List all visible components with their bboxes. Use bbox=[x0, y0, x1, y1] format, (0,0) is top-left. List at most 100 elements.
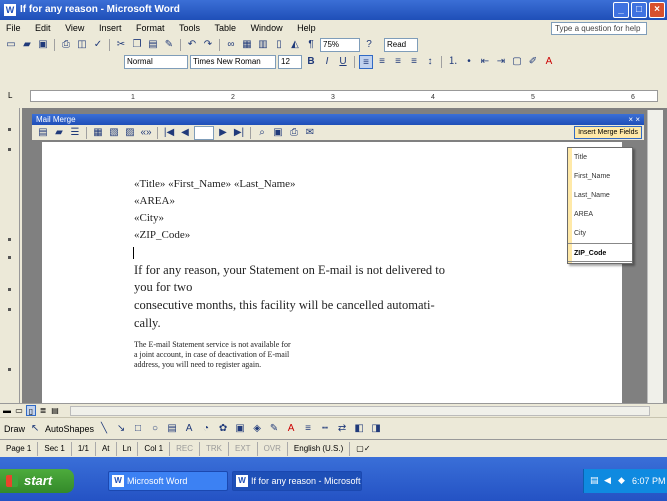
close-button[interactable]: × bbox=[649, 2, 665, 18]
bold-icon[interactable]: B bbox=[304, 55, 318, 69]
line-color-icon[interactable]: ✎ bbox=[267, 422, 281, 436]
last-record-icon[interactable]: ▶| bbox=[232, 126, 246, 140]
previous-record-icon[interactable]: ◀ bbox=[178, 126, 192, 140]
outline-view-icon[interactable]: ≣ bbox=[38, 405, 48, 416]
merge-field-option[interactable]: City bbox=[568, 224, 632, 243]
find-entry-icon[interactable]: ⌕ bbox=[255, 126, 269, 140]
clipart-icon[interactable]: ✿ bbox=[216, 422, 230, 436]
status-ovr[interactable]: OVR bbox=[258, 441, 288, 456]
align-right-icon[interactable]: ≡ bbox=[391, 55, 405, 69]
3d-icon[interactable]: ◨ bbox=[369, 422, 383, 436]
menu-insert[interactable]: Insert bbox=[93, 20, 128, 36]
fill-color-icon[interactable]: ◈ bbox=[250, 422, 264, 436]
style-combo[interactable]: Normal bbox=[124, 55, 188, 69]
taskbar-item-document[interactable]: W If for any reason - Microsoft Word bbox=[232, 471, 362, 491]
document-page[interactable]: «Title» «First_Name» «Last_Name» «AREA» … bbox=[42, 142, 622, 403]
record-number-input[interactable] bbox=[194, 125, 214, 140]
minimize-button[interactable]: _ bbox=[613, 2, 629, 18]
merge-to-document-icon[interactable]: ▣ bbox=[271, 126, 285, 140]
vertical-scrollbar[interactable] bbox=[647, 110, 663, 403]
help-search-input[interactable]: Type a question for help bbox=[551, 22, 647, 35]
menu-view[interactable]: View bbox=[59, 20, 90, 36]
format-painter-icon[interactable]: ✎ bbox=[162, 38, 176, 52]
insert-table-icon[interactable]: ▥ bbox=[256, 38, 270, 52]
spelling-status-icon[interactable]: ▢✓ bbox=[350, 442, 376, 456]
draw-menu[interactable]: Draw bbox=[4, 424, 25, 434]
network-icon[interactable]: ▤ bbox=[590, 475, 600, 485]
merge-field-option[interactable]: Last_Name bbox=[568, 186, 632, 205]
align-left-icon[interactable]: ≡ bbox=[359, 55, 373, 69]
copy-icon[interactable]: ❐ bbox=[130, 38, 144, 52]
menu-edit[interactable]: Edit bbox=[29, 20, 57, 36]
print-layout-icon[interactable]: ▯ bbox=[26, 405, 36, 416]
decrease-indent-icon[interactable]: ⇤ bbox=[478, 55, 492, 69]
font-color-icon[interactable]: A bbox=[284, 422, 298, 436]
recipients-icon[interactable]: ☰ bbox=[68, 126, 82, 140]
hyperlink-icon[interactable]: ∞ bbox=[224, 38, 238, 52]
status-trk[interactable]: TRK bbox=[200, 441, 229, 456]
diagram-icon[interactable]: ◔ bbox=[199, 422, 213, 436]
show-hide-icon[interactable]: ¶ bbox=[304, 38, 318, 52]
increase-indent-icon[interactable]: ⇥ bbox=[494, 55, 508, 69]
insert-greeting-line-icon[interactable]: ▧ bbox=[107, 126, 121, 140]
textbox-icon[interactable]: ▤ bbox=[165, 422, 179, 436]
arrow-style-icon[interactable]: ⇄ bbox=[335, 422, 349, 436]
security-icon[interactable]: ◆ bbox=[618, 475, 628, 485]
font-combo[interactable]: Times New Roman bbox=[190, 55, 276, 69]
border-icon[interactable]: ▢ bbox=[510, 55, 524, 69]
drawing-icon[interactable]: ◭ bbox=[288, 38, 302, 52]
menu-tools[interactable]: Tools bbox=[173, 20, 206, 36]
italic-icon[interactable]: I bbox=[320, 55, 334, 69]
merge-to-email-icon[interactable]: ✉ bbox=[303, 126, 317, 140]
wordart-icon[interactable]: A bbox=[182, 422, 196, 436]
tab-selector[interactable]: L bbox=[8, 91, 12, 100]
merge-field-option-selected[interactable]: ZIP_Code bbox=[568, 243, 632, 262]
spelling-icon[interactable]: ✓ bbox=[91, 38, 105, 52]
status-ext[interactable]: EXT bbox=[229, 441, 258, 456]
cut-icon[interactable]: ✂ bbox=[114, 38, 128, 52]
rectangle-icon[interactable]: □ bbox=[131, 422, 145, 436]
close-icon[interactable]: × × bbox=[628, 114, 640, 125]
maximize-button[interactable]: □ bbox=[631, 2, 647, 18]
zoom-combo[interactable]: 75% bbox=[320, 38, 360, 52]
numbering-icon[interactable]: ⒈ bbox=[446, 55, 460, 69]
autoshapes-menu[interactable]: AutoShapes bbox=[45, 424, 94, 434]
print-preview-icon[interactable]: ◫ bbox=[75, 38, 89, 52]
merge-field-option[interactable]: First_Name bbox=[568, 167, 632, 186]
view-merged-data-icon[interactable]: «» bbox=[139, 126, 153, 140]
merge-field-option[interactable]: Title bbox=[568, 148, 632, 167]
taskbar-item-word[interactable]: W Microsoft Word bbox=[108, 471, 228, 491]
reading-layout-icon[interactable]: ▤ bbox=[50, 405, 60, 416]
horizontal-scrollbar[interactable] bbox=[70, 406, 650, 416]
line-spacing-icon[interactable]: ↕ bbox=[423, 55, 437, 69]
redo-icon[interactable]: ↷ bbox=[201, 38, 215, 52]
open-folder-icon[interactable]: ▰ bbox=[20, 38, 34, 52]
insert-address-block-icon[interactable]: ▦ bbox=[91, 126, 105, 140]
oval-icon[interactable]: ○ bbox=[148, 422, 162, 436]
merge-to-printer-icon[interactable]: ⎙ bbox=[287, 126, 301, 140]
ruler-scale[interactable]: 1 2 3 4 5 6 bbox=[30, 90, 658, 102]
status-rec[interactable]: REC bbox=[170, 441, 200, 456]
tables-borders-icon[interactable]: ▦ bbox=[240, 38, 254, 52]
read-button[interactable]: Read bbox=[384, 38, 418, 52]
new-document-icon[interactable]: ▭ bbox=[4, 38, 18, 52]
volume-icon[interactable]: ◀ bbox=[604, 475, 614, 485]
menu-help[interactable]: Help bbox=[291, 20, 322, 36]
first-record-icon[interactable]: |◀ bbox=[162, 126, 176, 140]
open-data-source-icon[interactable]: ▰ bbox=[52, 126, 66, 140]
picture-icon[interactable]: ▣ bbox=[233, 422, 247, 436]
menu-table[interactable]: Table bbox=[209, 20, 243, 36]
font-size-combo[interactable]: 12 bbox=[278, 55, 302, 69]
insert-word-field-icon[interactable]: ▨ bbox=[123, 126, 137, 140]
help-icon[interactable]: ? bbox=[362, 38, 376, 52]
web-layout-icon[interactable]: ▭ bbox=[14, 405, 24, 416]
bullets-icon[interactable]: • bbox=[462, 55, 476, 69]
menu-file[interactable]: File bbox=[0, 20, 27, 36]
main-document-setup-icon[interactable]: ▤ bbox=[36, 126, 50, 140]
undo-icon[interactable]: ↶ bbox=[185, 38, 199, 52]
highlight-icon[interactable]: ✐ bbox=[526, 55, 540, 69]
print-icon[interactable]: ⎙ bbox=[59, 38, 73, 52]
menu-window[interactable]: Window bbox=[245, 20, 289, 36]
dash-style-icon[interactable]: ┅ bbox=[318, 422, 332, 436]
justify-icon[interactable]: ≡ bbox=[407, 55, 421, 69]
